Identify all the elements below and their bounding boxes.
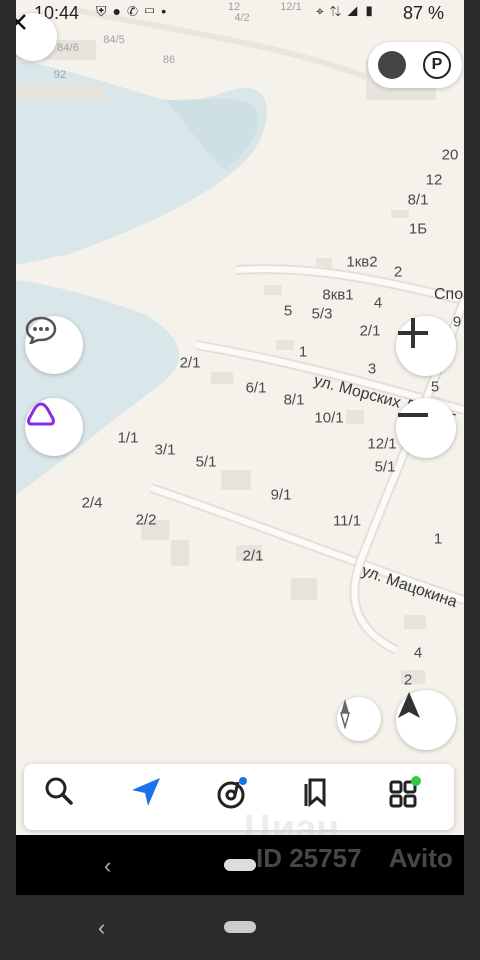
compass-button[interactable]	[337, 697, 381, 741]
shield-icon: ⛨	[96, 3, 113, 19]
compass-icon	[340, 699, 350, 729]
navigation-arrow-icon	[398, 692, 420, 718]
map-label: 92	[53, 69, 67, 81]
services-button[interactable]	[388, 776, 432, 820]
small-dot-icon: •	[161, 3, 173, 19]
navigator-button[interactable]	[130, 776, 174, 820]
notification-icons: ⛨●✆▭•	[96, 3, 172, 20]
location-icon: ⌖	[316, 3, 330, 19]
home-pill[interactable]	[224, 859, 256, 871]
map-label: 84/6	[57, 42, 79, 54]
map-label: 84/5	[103, 34, 125, 46]
data-icon: ⇅	[329, 3, 348, 19]
search-button[interactable]	[44, 776, 88, 820]
house-number: 1кв2	[346, 253, 378, 271]
house-number: 6/1	[245, 379, 267, 397]
dot-icon: ●	[112, 3, 127, 19]
house-number: 5/1	[374, 458, 396, 476]
search-icon	[45, 777, 73, 805]
house-number: 4	[413, 644, 423, 662]
traffic-layer-icon[interactable]	[378, 51, 406, 79]
home-pill[interactable]	[224, 921, 256, 933]
house-number: 5/1	[195, 453, 217, 471]
house-number: 8кв1	[322, 286, 354, 304]
back-icon[interactable]: ‹	[98, 915, 105, 941]
house-number: 5	[283, 302, 293, 320]
my-location-button[interactable]	[396, 690, 456, 750]
close-icon	[16, 14, 26, 30]
house-number: 1Б	[408, 220, 428, 238]
house-number: 5/3	[311, 305, 333, 323]
house-number: 2/1	[359, 322, 381, 340]
house-number: 3	[367, 360, 377, 378]
house-number: 2/2	[135, 511, 157, 529]
house-number: 1	[298, 343, 308, 361]
watermark-cian: Циан	[244, 808, 340, 835]
bookmarks-icon	[304, 778, 326, 808]
minus-icon	[398, 413, 428, 417]
watermark: ID 25757 Avito	[256, 843, 453, 874]
house-number: 12	[425, 171, 443, 189]
phone-screen: 84/5 84/6 86 92 12 4/2 12/1 20 12 8/1 1Б…	[16, 0, 464, 895]
navigation-arrow-icon	[132, 778, 160, 806]
zoom-out-button[interactable]	[396, 398, 456, 458]
house-number: 3/1	[154, 441, 176, 459]
house-number: 10/1	[314, 409, 344, 427]
chat-button[interactable]	[25, 316, 83, 374]
card-icon: ▭	[144, 3, 162, 19]
house-number: 9	[452, 313, 462, 331]
phone-icon: ✆	[126, 3, 145, 19]
house-number: 8/1	[407, 191, 429, 209]
signal-icon: ◢	[347, 3, 364, 19]
house-number: 20	[441, 146, 459, 164]
battery-icon: ▮	[363, 3, 381, 19]
alice-voice-assistant-button[interactable]	[25, 398, 83, 456]
watermark-id: ID 25757	[256, 843, 362, 873]
services-grid-icon	[389, 776, 421, 808]
parking-layer-icon[interactable]: P	[423, 51, 451, 79]
plus-icon	[398, 318, 428, 348]
map-view[interactable]: 84/5 84/6 86 92 12 4/2 12/1 20 12 8/1 1Б…	[16, 0, 464, 835]
map-layers-panel: P	[368, 42, 462, 88]
house-number: 8/1	[283, 391, 305, 409]
back-icon[interactable]: ‹	[104, 853, 111, 879]
house-number: 4	[373, 294, 383, 312]
house-number: 2	[403, 671, 413, 689]
battery-percent: 87 %	[403, 3, 445, 23]
house-number: 2/1	[179, 354, 201, 372]
status-bar: 10:44 ⛨●✆▭• ⌖⇅◢▮ 87 %	[16, 0, 464, 28]
house-number: 2/4	[81, 494, 103, 512]
house-number: 5	[430, 378, 440, 396]
house-number: 11/1	[332, 512, 362, 530]
bottom-navigation-bar	[24, 764, 454, 830]
house-number: 1/1	[117, 429, 139, 447]
system-icons: ⌖⇅◢▮	[316, 3, 380, 20]
house-number: 1	[433, 530, 443, 548]
alice-icon	[27, 402, 55, 426]
house-number: 9/1	[270, 486, 292, 504]
zoom-in-button[interactable]	[396, 316, 456, 376]
map-label: 86	[162, 54, 176, 66]
street-label: Спо	[434, 286, 464, 303]
house-number: 2	[393, 263, 403, 281]
watermark-avito: Avito	[388, 843, 453, 873]
chat-bubble-icon	[25, 316, 57, 344]
outer-navigation-bar: ‹	[0, 895, 480, 960]
house-number: 12/1	[367, 435, 397, 453]
house-number: 2/1	[242, 547, 264, 565]
music-icon	[217, 777, 247, 809]
